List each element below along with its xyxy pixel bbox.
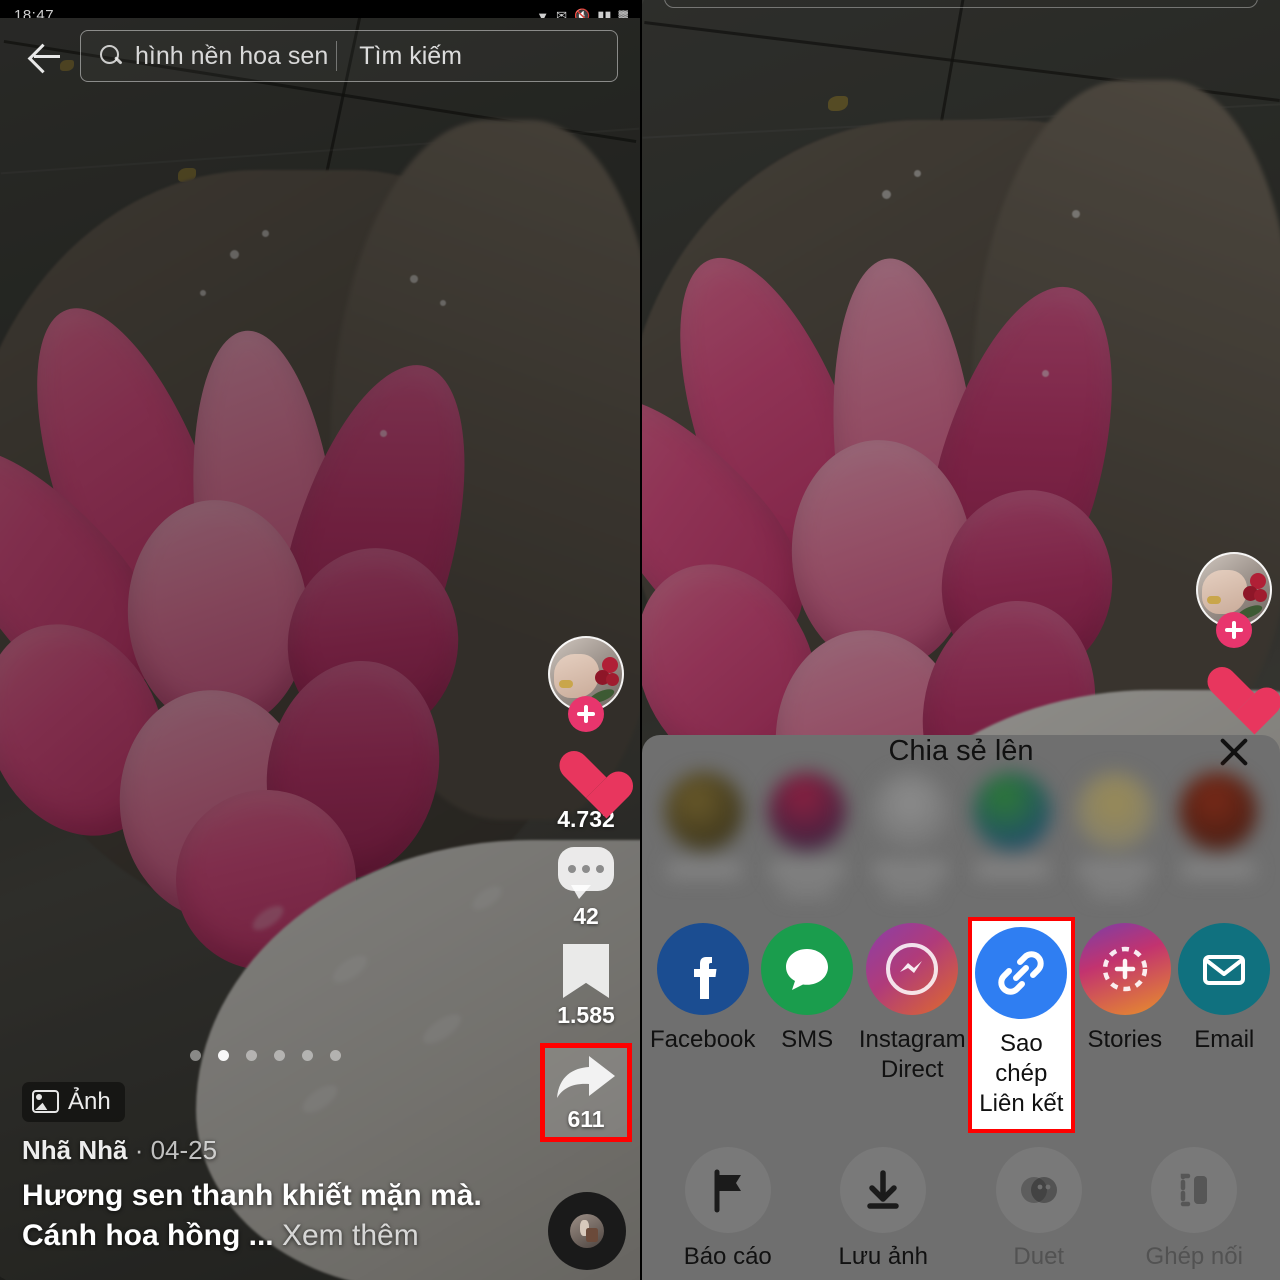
friend-item[interactable]: [656, 772, 753, 897]
pagination-dot[interactable]: [329, 1050, 341, 1061]
link-icon: [975, 927, 1068, 1019]
comment-count: 42: [573, 903, 599, 929]
search-input[interactable]: hình nền hoa sen Tìm kiếm: [80, 30, 618, 82]
action-label: Duet: [1013, 1243, 1065, 1270]
stitch-button: Ghép nối: [1117, 1147, 1273, 1271]
share-sheet: Chia sẻ lên Facebook SMS Instagram Direc…: [642, 735, 1280, 1280]
bookmark-count: 1.585: [557, 1002, 615, 1028]
share-app-label: Email: [1194, 1026, 1255, 1053]
share-app-copy-link[interactable]: Sao chép Liên kết: [967, 917, 1076, 1133]
friend-item[interactable]: [1169, 772, 1266, 897]
share-sheet-header: Chia sẻ lên: [642, 735, 1280, 768]
friend-item[interactable]: [759, 772, 856, 897]
close-icon[interactable]: [1214, 732, 1254, 772]
music-disc-button[interactable]: [548, 1192, 626, 1270]
messenger-icon: [866, 923, 959, 1015]
share-sheet-title: Chia sẻ lên: [888, 735, 1034, 767]
save-image-button[interactable]: Lưu ảnh: [806, 1147, 962, 1271]
like-button[interactable]: 4.732: [557, 750, 615, 833]
pagination-dots: [0, 1050, 530, 1061]
status-clock: 18:47: [14, 7, 55, 18]
email-icon: [1178, 923, 1271, 1015]
bookmark-button[interactable]: 1.585: [557, 944, 615, 1029]
pagination-dot[interactable]: [189, 1050, 201, 1061]
friends-suggestion-row: [642, 768, 1280, 905]
friend-item[interactable]: [1067, 772, 1164, 897]
pagination-dot[interactable]: [273, 1050, 285, 1061]
author-avatar[interactable]: [1196, 552, 1272, 648]
friend-item[interactable]: [964, 772, 1061, 897]
share-app-sms[interactable]: SMS: [757, 917, 856, 1133]
share-app-instagram-direct[interactable]: Instagram Direct: [857, 917, 968, 1133]
report-button[interactable]: Báo cáo: [650, 1147, 806, 1271]
share-app-label: Stories: [1087, 1026, 1163, 1053]
action-label: Ghép nối: [1145, 1243, 1243, 1270]
share-app-email[interactable]: Email: [1175, 917, 1274, 1133]
left-phone-panel: 18:47 ▼ ✉ 🔇 ▮▮ ▓ hình nền hoa sen Tìm ki…: [0, 0, 640, 1280]
author-avatar[interactable]: [548, 636, 624, 732]
search-button[interactable]: Tìm kiếm: [337, 42, 484, 71]
see-more-link[interactable]: Xem thêm: [282, 1219, 419, 1252]
pagination-dot[interactable]: [245, 1050, 257, 1061]
pagination-dot[interactable]: [301, 1050, 313, 1061]
comment-button[interactable]: 42: [558, 847, 614, 930]
search-header: hình nền hoa sen Tìm kiếm: [0, 26, 640, 86]
sms-icon: [761, 923, 854, 1015]
follow-plus-icon[interactable]: [568, 696, 604, 732]
back-arrow-icon[interactable]: [26, 36, 66, 76]
duet-button: Duet: [961, 1147, 1117, 1271]
share-arrow-icon: [555, 1054, 617, 1102]
search-input-partial[interactable]: [664, 0, 1258, 8]
right-phone-panel: Chia sẻ lên Facebook SMS Instagram Direc…: [642, 0, 1280, 1280]
follow-plus-icon[interactable]: [1216, 612, 1252, 648]
share-apps-row: Facebook SMS Instagram Direct Sao chép L…: [642, 905, 1280, 1137]
mail-icon: ✉: [556, 8, 568, 18]
caption-author: Nhã Nhã: [22, 1134, 128, 1165]
photo-badge: Ảnh: [22, 1081, 125, 1122]
share-app-facebook[interactable]: Facebook: [648, 917, 757, 1133]
caption-author-line[interactable]: Nhã Nhã · 04-25: [22, 1135, 520, 1166]
heart-icon: [1205, 666, 1263, 718]
caption-block: Ảnh Nhã Nhã · 04-25 Hương sen thanh khiế…: [22, 1081, 520, 1256]
flag-icon: [684, 1147, 771, 1233]
share-app-stories[interactable]: Stories: [1075, 917, 1174, 1133]
instagram-stories-icon: [1078, 923, 1171, 1015]
share-app-label: Instagram Direct: [858, 1026, 966, 1083]
share-app-label: Sao chép Liên kết: [979, 1030, 1064, 1117]
share-button[interactable]: 611: [540, 1043, 632, 1142]
share-actions-row: Báo cáo Lưu ảnh Duet Ghép nối: [642, 1137, 1280, 1280]
photo-icon: [32, 1090, 59, 1114]
music-disc-icon: [548, 1192, 626, 1270]
heart-icon: [557, 750, 615, 802]
stitch-icon: [1151, 1147, 1238, 1233]
action-label: Báo cáo: [683, 1243, 772, 1270]
like-button[interactable]: [1205, 666, 1263, 718]
signal-icon: ▮▮: [597, 8, 612, 18]
photo-badge-label: Ảnh: [68, 1087, 111, 1115]
search-query-text: hình nền hoa sen: [135, 41, 329, 70]
share-count: 611: [567, 1106, 605, 1132]
search-icon: [99, 44, 123, 68]
bookmark-icon: [563, 944, 609, 998]
comment-icon: [558, 847, 614, 899]
caption-separator: ·: [127, 1134, 151, 1165]
share-app-label: SMS: [781, 1026, 834, 1053]
action-rail-right: [1196, 552, 1272, 732]
facebook-icon: [656, 923, 749, 1015]
download-icon: [840, 1147, 927, 1233]
share-app-label: Facebook: [650, 1026, 756, 1053]
action-label: Lưu ảnh: [838, 1243, 928, 1270]
battery-icon: ▓: [618, 9, 628, 18]
action-rail-left: 4.732 42 1.585 611: [540, 636, 632, 1156]
status-system-icons: ▼ ✉ 🔇 ▮▮ ▓: [536, 8, 628, 18]
caption-text-line: Hương sen thanh khiết mặn mà. Cánh hoa h…: [22, 1176, 520, 1256]
download-icon: ▼: [536, 9, 550, 18]
pagination-dot-active[interactable]: [217, 1050, 229, 1061]
status-bar: 18:47 ▼ ✉ 🔇 ▮▮ ▓: [0, 0, 640, 18]
caption-date: 04-25: [150, 1134, 218, 1165]
screenshot-root: 18:47 ▼ ✉ 🔇 ▮▮ ▓ hình nền hoa sen Tìm ki…: [0, 0, 1280, 1280]
mute-icon: 🔇: [574, 8, 591, 18]
friend-item[interactable]: [861, 772, 958, 897]
duet-icon: [995, 1147, 1082, 1233]
